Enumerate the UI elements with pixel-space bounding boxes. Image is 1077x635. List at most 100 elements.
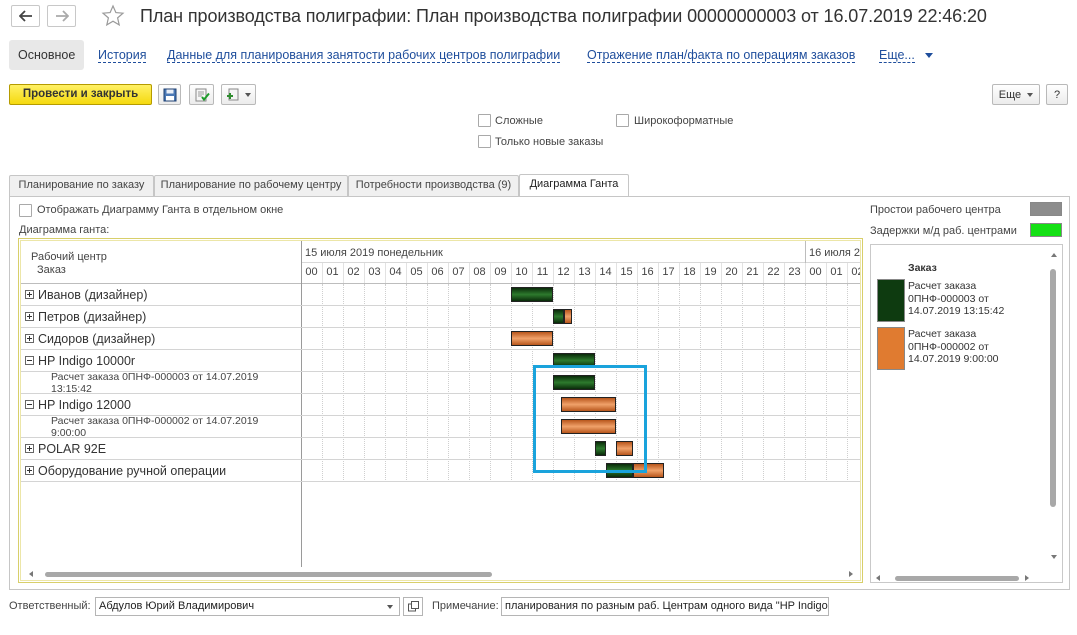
hour-label: 02	[851, 266, 860, 278]
hour-label: 00	[305, 266, 318, 278]
scrollbar-thumb[interactable]	[45, 572, 492, 577]
tab-gantt[interactable]: Диаграмма Ганта	[519, 174, 629, 196]
responsible-dropdown-button[interactable]	[380, 598, 399, 615]
collapse-icon[interactable]	[25, 356, 34, 366]
tab-production-needs[interactable]: Потребности производства (9)	[348, 175, 519, 196]
hour-label: 12	[557, 266, 570, 278]
hour-label: 13	[578, 266, 591, 278]
hour-tick	[469, 263, 470, 283]
legend-idle-swatch	[1030, 202, 1062, 216]
gantt-chart[interactable]: Рабочий центр Заказ 15 июля 2019 понедел…	[18, 238, 863, 583]
save-button[interactable]	[158, 84, 181, 105]
wide-format-checkbox[interactable]	[616, 114, 629, 127]
hour-tick	[616, 263, 617, 283]
expand-icon[interactable]	[25, 334, 34, 344]
hour-label: 18	[683, 266, 696, 278]
scroll-down-icon[interactable]	[1051, 555, 1057, 559]
hour-tick	[532, 263, 533, 283]
hour-gridline	[427, 284, 428, 482]
responsible-open-button[interactable]	[403, 597, 423, 616]
hour-tick	[805, 263, 806, 283]
separate-window-checkbox[interactable]	[19, 204, 32, 217]
expand-icon[interactable]	[25, 312, 34, 322]
col-header-workcenter: Рабочий центр	[31, 251, 107, 263]
hour-label: 14	[599, 266, 612, 278]
gantt-canvas[interactable]: Рабочий центр Заказ 15 июля 2019 понедел…	[20, 240, 861, 581]
hour-label: 22	[767, 266, 780, 278]
gantt-bar[interactable]	[511, 331, 553, 346]
star-icon[interactable]	[101, 4, 125, 28]
gantt-bar[interactable]	[553, 309, 564, 324]
scroll-up-icon[interactable]	[1051, 253, 1057, 257]
workcenter-row-label[interactable]: Иванов (дизайнер)	[25, 288, 147, 302]
hour-label: 09	[494, 266, 507, 278]
hour-gridline	[448, 284, 449, 482]
scroll-right-icon[interactable]	[849, 571, 853, 577]
tab-order-planning[interactable]: Планирование по заказу	[9, 175, 154, 196]
hour-tick	[595, 263, 596, 283]
separate-window-label: Отображать Диаграмму Ганта в отдельном о…	[37, 204, 284, 216]
tab-workcenter-planning[interactable]: Планирование по рабочему центру	[154, 175, 348, 196]
gantt-horizontal-scrollbar[interactable]	[27, 570, 855, 579]
hour-label: 21	[746, 266, 759, 278]
workcenter-row-label[interactable]: POLAR 92E	[25, 442, 106, 456]
section-more[interactable]: Еще...	[879, 48, 933, 63]
responsible-field[interactable]: Абдулов Юрий Владимирович	[95, 597, 400, 616]
hour-label: 15	[620, 266, 633, 278]
workcenter-row-label[interactable]: HP Indigo 10000r	[25, 354, 135, 368]
workcenter-row-label[interactable]: Сидоров (дизайнер)	[25, 332, 155, 346]
create-based-on-button[interactable]	[221, 84, 256, 105]
hour-gridline	[364, 284, 365, 482]
scroll-right-icon[interactable]	[1025, 575, 1029, 581]
scroll-left-icon[interactable]	[29, 571, 33, 577]
legend-item-order-3: Расчет заказа 0ПНФ-000003 от 14.07.2019 …	[908, 280, 1005, 317]
post-and-close-button[interactable]: Провести и закрыть	[9, 84, 152, 105]
hour-label: 01	[830, 266, 843, 278]
hour-gridline	[700, 284, 701, 482]
post-button[interactable]	[189, 84, 214, 105]
expand-icon[interactable]	[25, 290, 34, 300]
help-button[interactable]: ?	[1046, 84, 1068, 105]
section-workcenter-data[interactable]: Данные для планирования занятости рабочи…	[167, 48, 561, 63]
arrow-right-icon	[55, 10, 69, 22]
more-button[interactable]: Еще	[992, 84, 1040, 105]
chevron-down-icon	[924, 53, 933, 59]
highlight-annotation-box	[533, 365, 647, 473]
workcenter-name: Сидоров (дизайнер)	[38, 332, 156, 346]
section-main[interactable]: Основное	[9, 40, 85, 70]
workcenter-row-label[interactable]: HP Indigo 12000	[25, 398, 131, 412]
hour-gridline	[343, 284, 344, 482]
back-button[interactable]	[11, 5, 40, 27]
hour-tick	[700, 263, 701, 283]
complex-checkbox[interactable]	[478, 114, 491, 127]
label-column-divider	[301, 241, 302, 567]
hour-tick	[784, 263, 785, 283]
workcenter-name: HP Indigo 10000r	[38, 354, 136, 368]
legend-hscroll-thumb[interactable]	[895, 576, 1019, 581]
hour-tick	[385, 263, 386, 283]
scroll-left-icon[interactable]	[876, 575, 880, 581]
section-plan-fact[interactable]: Отражение план/факта по операциям заказо…	[587, 48, 856, 63]
workcenter-row-label[interactable]: Петров (дизайнер)	[25, 310, 146, 324]
hour-gridline	[469, 284, 470, 482]
gantt-bar[interactable]	[563, 309, 572, 324]
hour-label: 07	[452, 266, 465, 278]
forward-button[interactable]	[47, 5, 76, 27]
collapse-icon[interactable]	[25, 400, 34, 410]
legend-vscroll-thumb[interactable]	[1050, 269, 1056, 507]
section-history[interactable]: История	[98, 48, 147, 63]
expand-icon[interactable]	[25, 444, 34, 454]
workcenter-row-label[interactable]: Оборудование ручной операции	[25, 464, 226, 478]
window-title: План производства полиграфии: План произ…	[140, 6, 987, 26]
expand-icon[interactable]	[25, 466, 34, 476]
gantt-bar[interactable]	[511, 287, 553, 302]
hour-tick	[763, 263, 764, 283]
hour-label: 02	[347, 266, 360, 278]
order-row-label: Расчет заказа 0ПНФ-000003 от 14.07.2019 …	[51, 371, 259, 395]
note-field[interactable]: планирования по разным раб. Центрам одно…	[501, 597, 829, 616]
hour-tick	[343, 263, 344, 283]
legend-panel: Заказ Расчет заказа 0ПНФ-000003 от 14.07…	[870, 244, 1063, 583]
floppy-disk-icon	[163, 88, 176, 101]
only-new-checkbox[interactable]	[478, 135, 491, 148]
post-document-icon	[195, 88, 210, 101]
